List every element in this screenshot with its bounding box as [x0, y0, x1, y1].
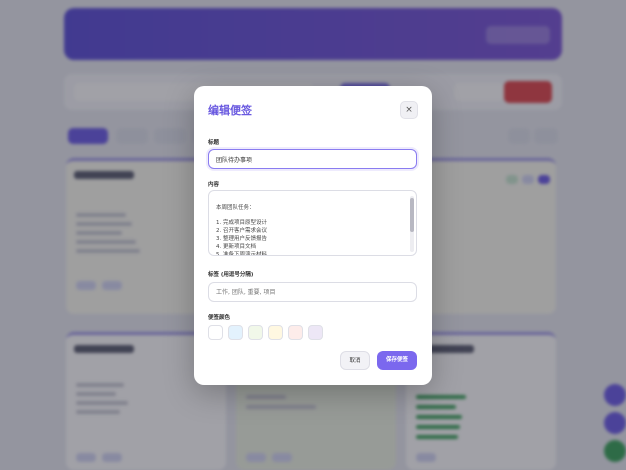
- content-label: 内容: [208, 182, 220, 188]
- color-swatch-purple[interactable]: [308, 325, 323, 340]
- close-icon[interactable]: ×: [400, 101, 418, 119]
- color-swatch-red[interactable]: [288, 325, 303, 340]
- modal-title: 编辑便签: [208, 104, 252, 117]
- color-swatch-white[interactable]: [208, 325, 223, 340]
- tags-input[interactable]: [208, 282, 417, 302]
- textarea-scroll-thumb[interactable]: [410, 198, 414, 232]
- color-label: 便签颜色: [208, 315, 231, 321]
- tags-label: 标签 (用逗号分隔): [208, 272, 254, 278]
- edit-note-modal: 编辑便签 × 标题 内容 本周团队任务： 1. 完成项目原型设计 2. 召开客户…: [194, 86, 432, 385]
- content-textarea[interactable]: 本周团队任务： 1. 完成项目原型设计 2. 召开客户需求会议 3. 整理用户反…: [208, 190, 417, 256]
- color-swatch-yellow[interactable]: [268, 325, 283, 340]
- color-swatch-green[interactable]: [248, 325, 263, 340]
- color-swatches: [208, 325, 323, 340]
- title-input[interactable]: [208, 149, 417, 169]
- title-label: 标题: [208, 140, 220, 146]
- color-swatch-blue[interactable]: [228, 325, 243, 340]
- content-text: 本周团队任务： 1. 完成项目原型设计 2. 召开客户需求会议 3. 整理用户反…: [216, 204, 267, 256]
- save-note-button[interactable]: 保存便签: [377, 351, 417, 370]
- cancel-button[interactable]: 取消: [340, 351, 370, 370]
- textarea-scrollbar[interactable]: [410, 196, 414, 252]
